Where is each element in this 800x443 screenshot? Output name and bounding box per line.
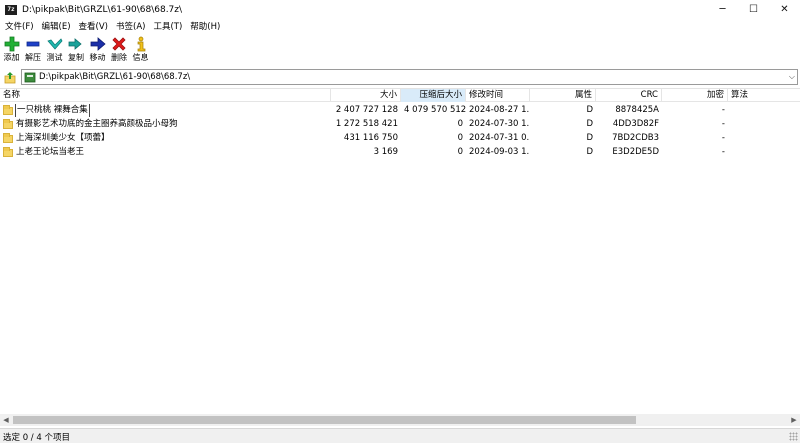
item-packed-size: 0 bbox=[457, 133, 463, 143]
item-packed-size: 0 bbox=[457, 147, 463, 157]
item-crc: 8878425A bbox=[615, 105, 659, 115]
scroll-left-icon[interactable]: ◀ bbox=[0, 414, 12, 426]
window-controls: ─ ☐ ✕ bbox=[707, 0, 800, 19]
menu-help[interactable]: 帮助(H) bbox=[187, 20, 223, 32]
address-row: D:\pikpak\Bit\GRZL\61-90\68\68.7z\ ⌵ bbox=[0, 68, 800, 86]
close-button[interactable]: ✕ bbox=[769, 0, 800, 19]
column-header-attributes[interactable]: 属性 bbox=[530, 89, 596, 102]
item-modified: 2024-07-30 1... bbox=[469, 119, 530, 129]
resize-grip-icon[interactable] bbox=[789, 432, 798, 441]
list-row[interactable]: 上老王论坛当老王 3 169 0 2024-09-03 1... D E3D2D… bbox=[0, 146, 800, 159]
item-attributes: D bbox=[586, 133, 593, 143]
file-list: 名称 大小 压缩后大小 修改时间 属性 CRC 加密 算法 一只桃桃 裸舞合集 … bbox=[0, 88, 800, 414]
folder-icon bbox=[3, 104, 13, 115]
minimize-button[interactable]: ─ bbox=[707, 0, 738, 19]
toolbar: 添加 解压 测试 复制 移动 删除 信息 bbox=[0, 34, 800, 66]
item-size: 431 116 750 bbox=[343, 133, 398, 143]
item-packed-size: 0 bbox=[457, 119, 463, 129]
info-button[interactable]: 信息 bbox=[130, 34, 151, 63]
maximize-button[interactable]: ☐ bbox=[738, 0, 769, 19]
item-crc: 4DD3D82F bbox=[612, 119, 659, 129]
item-packed-size: 4 079 570 512 bbox=[404, 105, 466, 115]
item-size: 2 407 727 128 bbox=[335, 105, 398, 115]
column-header-packed-size[interactable]: 压缩后大小 bbox=[401, 89, 466, 102]
item-name: 一只桃桃 裸舞合集 bbox=[15, 104, 90, 117]
item-modified: 2024-09-03 1... bbox=[469, 147, 530, 157]
menu-bookmarks[interactable]: 书签(A) bbox=[113, 20, 148, 32]
app-7zip-icon: 7z bbox=[5, 4, 17, 15]
item-encrypted: - bbox=[721, 133, 725, 143]
column-header-method[interactable]: 算法 bbox=[728, 89, 800, 102]
add-label: 添加 bbox=[3, 53, 20, 62]
extract-label: 解压 bbox=[25, 53, 41, 62]
scroll-right-icon[interactable]: ▶ bbox=[788, 414, 800, 426]
menu-bar: 文件(F) 编辑(E) 查看(V) 书签(A) 工具(T) 帮助(H) bbox=[0, 19, 800, 33]
folder-icon bbox=[3, 146, 13, 157]
list-header: 名称 大小 压缩后大小 修改时间 属性 CRC 加密 算法 bbox=[0, 89, 800, 102]
plus-icon bbox=[4, 34, 20, 53]
item-encrypted: - bbox=[721, 147, 725, 157]
move-button[interactable]: 移动 bbox=[87, 34, 108, 63]
folder-icon bbox=[3, 132, 13, 143]
column-header-size[interactable]: 大小 bbox=[331, 89, 401, 102]
menu-view[interactable]: 查看(V) bbox=[76, 20, 111, 32]
status-text: 选定 0 / 4 个项目 bbox=[3, 433, 70, 443]
list-row[interactable]: 一只桃桃 裸舞合集 2 407 727 128 4 079 570 512 20… bbox=[0, 104, 800, 117]
double-arrow-right-icon bbox=[68, 34, 84, 53]
menu-file[interactable]: 文件(F) bbox=[2, 20, 37, 32]
folder-icon bbox=[3, 118, 13, 129]
item-size: 1 272 518 421 bbox=[335, 119, 398, 129]
item-attributes: D bbox=[586, 119, 593, 129]
horizontal-scrollbar[interactable]: ◀ ▶ bbox=[0, 414, 800, 426]
scrollbar-thumb[interactable] bbox=[13, 416, 636, 424]
delete-label: 删除 bbox=[111, 53, 127, 62]
folder-up-button[interactable] bbox=[3, 70, 17, 84]
item-modified: 2024-07-31 0... bbox=[469, 133, 530, 143]
column-header-name[interactable]: 名称 bbox=[0, 89, 331, 102]
address-dropdown-icon[interactable]: ⌵ bbox=[789, 72, 795, 82]
delete-button[interactable]: 删除 bbox=[109, 34, 130, 63]
title-bar: 7z D:\pikpak\Bit\GRZL\61-90\68\68.7z\ ─ … bbox=[0, 0, 800, 19]
address-path: D:\pikpak\Bit\GRZL\61-90\68\68.7z\ bbox=[39, 72, 191, 82]
add-button[interactable]: 添加 bbox=[1, 34, 22, 63]
item-name: 上老王论坛当老王 bbox=[16, 147, 85, 157]
item-modified: 2024-08-27 1... bbox=[469, 105, 530, 115]
test-label: 测试 bbox=[46, 53, 63, 62]
menu-tools[interactable]: 工具(T) bbox=[150, 20, 185, 32]
copy-button[interactable]: 复制 bbox=[66, 34, 87, 63]
test-button[interactable]: 测试 bbox=[44, 34, 65, 63]
folder-up-icon bbox=[4, 71, 15, 83]
delete-x-icon bbox=[111, 34, 127, 53]
list-row[interactable]: 上海深圳美少女【项蕾】 431 116 750 0 2024-07-31 0..… bbox=[0, 132, 800, 145]
item-encrypted: - bbox=[721, 105, 725, 115]
archive-icon bbox=[24, 71, 36, 83]
window-title: D:\pikpak\Bit\GRZL\61-90\68\68.7z\ bbox=[22, 4, 183, 15]
info-icon bbox=[133, 34, 149, 53]
copy-label: 复制 bbox=[68, 53, 84, 62]
item-name: 上海深圳美少女【项蕾】 bbox=[16, 133, 110, 143]
checkmark-icon bbox=[46, 34, 63, 53]
move-label: 移动 bbox=[89, 53, 106, 62]
column-header-encrypted[interactable]: 加密 bbox=[662, 89, 728, 102]
item-crc: 7BD2CDB3 bbox=[612, 133, 659, 143]
menu-edit[interactable]: 编辑(E) bbox=[39, 20, 74, 32]
list-row[interactable]: 有摄影艺术功底的金主圈养高颜极品小母狗 1 272 518 421 0 2024… bbox=[0, 118, 800, 131]
item-name: 有摄影艺术功底的金主圈养高颜极品小母狗 bbox=[16, 119, 178, 129]
column-header-modified[interactable]: 修改时间 bbox=[466, 89, 530, 102]
item-crc: E3D2DE5D bbox=[612, 147, 659, 157]
address-field[interactable]: D:\pikpak\Bit\GRZL\61-90\68\68.7z\ ⌵ bbox=[21, 69, 798, 85]
status-bar: 选定 0 / 4 个项目 bbox=[0, 428, 800, 443]
arrow-right-icon bbox=[90, 34, 106, 53]
info-label: 信息 bbox=[132, 53, 149, 62]
column-header-crc[interactable]: CRC bbox=[596, 89, 662, 102]
item-encrypted: - bbox=[721, 119, 725, 129]
item-size: 3 169 bbox=[373, 147, 398, 157]
item-attributes: D bbox=[586, 147, 593, 157]
extract-button[interactable]: 解压 bbox=[23, 34, 44, 63]
minus-icon bbox=[25, 34, 41, 53]
item-attributes: D bbox=[586, 105, 593, 115]
